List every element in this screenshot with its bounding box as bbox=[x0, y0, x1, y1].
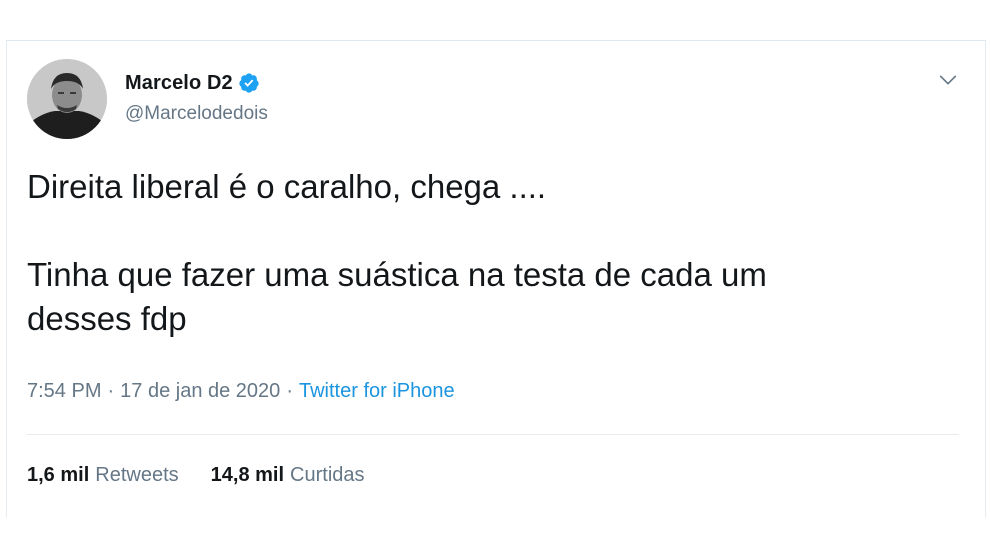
likes-label: Curtidas bbox=[290, 464, 365, 486]
author-handle[interactable]: @Marcelodedois bbox=[125, 103, 268, 125]
page: Marcelo D2 @Marcelodedois Direita libera… bbox=[0, 0, 990, 557]
avatar-photo bbox=[27, 59, 107, 139]
divider bbox=[27, 434, 959, 435]
author-display-name[interactable]: Marcelo D2 bbox=[125, 72, 233, 95]
tweet-time[interactable]: 7:54 PM bbox=[27, 380, 101, 403]
meta-separator: · bbox=[286, 380, 293, 402]
likes-stat[interactable]: 14,8 mil Curtidas bbox=[211, 464, 365, 487]
tweet-date[interactable]: 17 de jan de 2020 bbox=[120, 380, 280, 403]
chevron-down-icon[interactable] bbox=[937, 69, 959, 91]
verified-badge-icon bbox=[238, 72, 260, 94]
meta-separator: · bbox=[107, 380, 115, 402]
retweets-count: 1,6 mil bbox=[27, 464, 90, 486]
retweets-stat[interactable]: 1,6 mil Retweets bbox=[27, 464, 179, 487]
avatar[interactable] bbox=[27, 59, 107, 139]
tweet-meta: 7:54 PM · 17 de jan de 2020 · Twitter fo… bbox=[27, 380, 455, 403]
tweet-card: Marcelo D2 @Marcelodedois Direita libera… bbox=[6, 40, 986, 518]
retweets-label: Retweets bbox=[95, 464, 179, 486]
author-name-row[interactable]: Marcelo D2 bbox=[125, 70, 260, 96]
tweet-text: Direita liberal é o caralho, chega .... … bbox=[27, 168, 767, 337]
tweet-source-link[interactable]: Twitter for iPhone bbox=[299, 380, 455, 403]
likes-count: 14,8 mil bbox=[210, 464, 285, 486]
tweet-stats: 1,6 mil Retweets 14,8 mil Curtidas bbox=[27, 464, 397, 487]
